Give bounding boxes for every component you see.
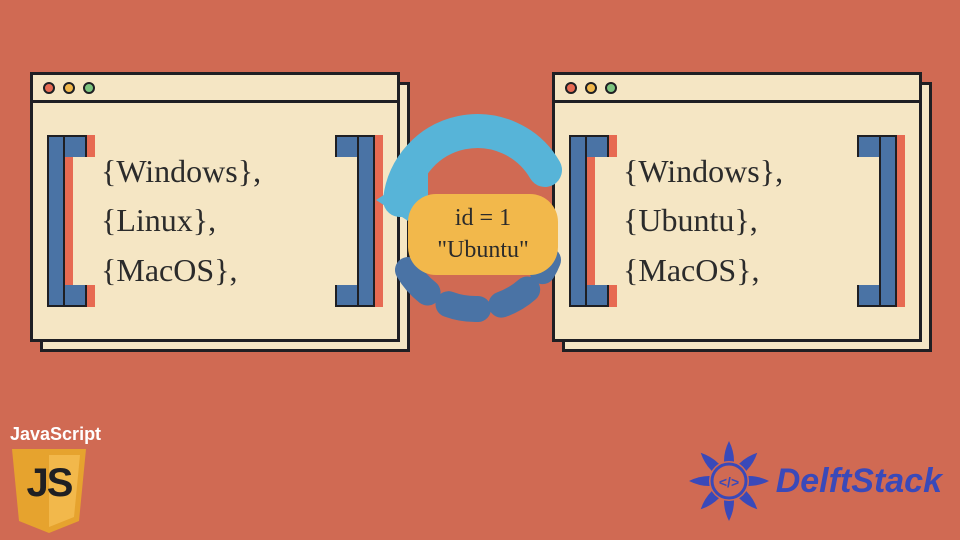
- transform-operation: id = 1 "Ubuntu": [400, 130, 560, 350]
- javascript-shield-text: JS: [10, 461, 88, 506]
- delftstack-text: DelftStack: [776, 462, 942, 501]
- source-array-window: {Windows}, {Linux}, {MacOS},: [30, 72, 410, 352]
- array-item: {Ubuntu},: [623, 196, 851, 246]
- array-item: {MacOS},: [101, 246, 329, 296]
- open-bracket-icon: [47, 135, 95, 307]
- window-content: {Windows}, {Linux}, {MacOS},: [33, 103, 397, 339]
- zoom-icon: [83, 82, 95, 94]
- transform-pill: id = 1 "Ubuntu": [408, 194, 558, 275]
- window-content: {Windows}, {Ubuntu}, {MacOS},: [555, 103, 919, 339]
- result-array-window: {Windows}, {Ubuntu}, {MacOS},: [552, 72, 932, 352]
- array-item: {Windows},: [623, 147, 851, 197]
- close-icon: [565, 82, 577, 94]
- close-bracket-icon: [857, 135, 905, 307]
- transform-value: "Ubuntu": [422, 234, 544, 266]
- javascript-shield-icon: JS: [10, 447, 88, 535]
- delftstack-mandala-icon: </>: [688, 440, 770, 522]
- javascript-logo: JavaScript JS: [10, 424, 110, 535]
- array-list: {Windows}, {Ubuntu}, {MacOS},: [623, 147, 851, 296]
- close-icon: [43, 82, 55, 94]
- window-titlebar: [555, 75, 919, 103]
- window-front: {Windows}, {Ubuntu}, {MacOS},: [552, 72, 922, 342]
- array-item: {Linux},: [101, 196, 329, 246]
- minimize-icon: [63, 82, 75, 94]
- zoom-icon: [605, 82, 617, 94]
- javascript-label: JavaScript: [10, 424, 110, 445]
- window-titlebar: [33, 75, 397, 103]
- svg-text:</>: </>: [719, 474, 739, 490]
- transform-id: id = 1: [422, 202, 544, 234]
- array-item: {Windows},: [101, 147, 329, 197]
- window-front: {Windows}, {Linux}, {MacOS},: [30, 72, 400, 342]
- open-bracket-icon: [569, 135, 617, 307]
- minimize-icon: [585, 82, 597, 94]
- delftstack-logo: </> DelftStack: [688, 440, 942, 522]
- array-item: {MacOS},: [623, 246, 851, 296]
- array-list: {Windows}, {Linux}, {MacOS},: [101, 147, 329, 296]
